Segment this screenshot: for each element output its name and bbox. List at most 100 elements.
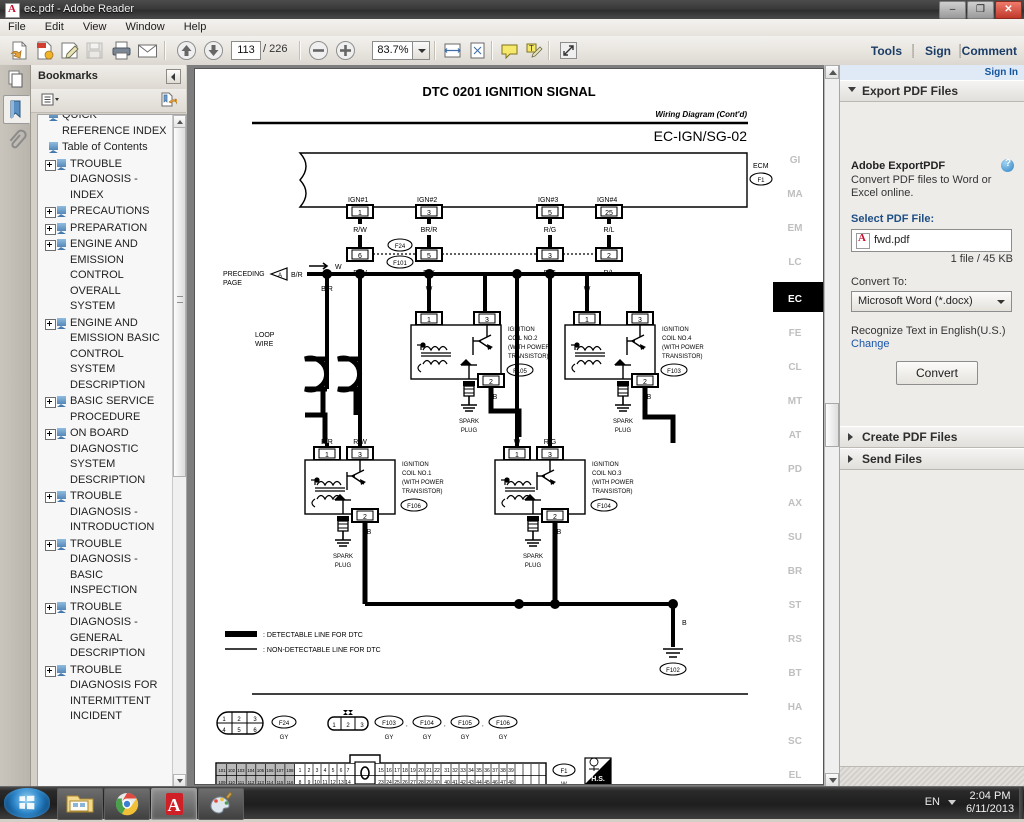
collapse-panel-icon[interactable] <box>166 69 181 84</box>
list-item[interactable]: PRECAUTIONS <box>38 204 169 220</box>
start-orb-icon[interactable] <box>4 788 50 818</box>
bookmarks-scrollbar[interactable] <box>172 115 186 787</box>
scroll-up-icon[interactable] <box>825 65 839 79</box>
svg-text:W: W <box>561 782 567 784</box>
minimize-button[interactable]: – <box>939 1 966 19</box>
expand-icon[interactable] <box>45 159 56 171</box>
section-send-files[interactable]: Send Files <box>840 448 1024 470</box>
ecm-pin-ign1: IGN#1 1 R/W <box>346 197 374 250</box>
comment-button[interactable]: Comment <box>962 44 1017 58</box>
full-screen-icon[interactable] <box>557 39 580 62</box>
expand-icon[interactable] <box>45 602 56 614</box>
selected-file-box[interactable]: fwd.pdf <box>851 229 1012 252</box>
convert-format-select[interactable]: Microsoft Word (*.docx) <box>851 291 1012 312</box>
svg-text:T: T <box>529 44 534 53</box>
list-item[interactable]: TROUBLE DIAGNOSIS FOR INTERMITTENT INCID… <box>38 663 169 725</box>
expand-icon[interactable] <box>45 429 56 440</box>
expand-bookmarks-icon[interactable] <box>159 91 180 112</box>
svg-text:3: 3 <box>485 317 489 324</box>
adobe-reader-icon[interactable]: A <box>151 788 197 820</box>
section-tab-ax: AX <box>788 498 802 509</box>
page-number-input[interactable]: 113 <box>231 41 261 60</box>
svg-text:F104: F104 <box>420 721 434 727</box>
tools-button[interactable]: Tools <box>871 44 902 58</box>
scrollbar-thumb[interactable] <box>825 403 839 447</box>
list-item[interactable]: TROUBLE DIAGNOSIS - INDEX <box>38 157 169 204</box>
list-item[interactable]: TROUBLE DIAGNOSIS - GENERAL DESCRIPTION <box>38 600 169 662</box>
bookmarks-icon[interactable] <box>3 95 30 124</box>
open-pdf-icon[interactable] <box>8 39 31 62</box>
svg-text:F106: F106 <box>496 721 510 727</box>
list-item[interactable]: ON BOARD DIAGNOSTIC SYSTEM DESCRIPTION <box>38 426 169 488</box>
expand-icon[interactable] <box>45 223 56 235</box>
edit-pdf-icon[interactable] <box>58 39 81 62</box>
svg-text:PLUG: PLUG <box>335 563 352 569</box>
document-scrollbar[interactable] <box>824 65 839 787</box>
bookmark-options-icon[interactable] <box>41 92 61 111</box>
svg-text:IGN#4: IGN#4 <box>597 197 617 204</box>
expand-icon[interactable] <box>45 397 56 408</box>
expand-icon[interactable] <box>45 539 56 551</box>
change-language-link[interactable]: Change <box>851 338 890 350</box>
scrollbar-thumb[interactable] <box>173 127 186 477</box>
legend-detectable: : DETECTABLE LINE FOR DTC <box>263 632 363 639</box>
menu-window[interactable]: Window <box>118 19 173 36</box>
scroll-down-icon[interactable] <box>825 773 839 787</box>
previous-page-icon[interactable] <box>175 39 198 62</box>
zoom-level-input[interactable]: 83.7% <box>372 41 413 60</box>
sticky-note-icon[interactable] <box>498 39 521 62</box>
export-pdf-body: Adobe ExportPDF Convert PDF files to Wor… <box>840 158 1024 425</box>
list-item[interactable]: ENGINE AND EMISSION CONTROL OVERALL SYST… <box>38 237 169 315</box>
show-desktop-button[interactable] <box>1019 787 1023 819</box>
sign-button[interactable]: Sign <box>925 44 951 58</box>
list-item[interactable]: TROUBLE DIAGNOSIS - BASIC INSPECTION <box>38 537 169 599</box>
list-item[interactable]: BASIC SERVICE PROCEDURE <box>38 394 169 425</box>
fit-page-icon[interactable] <box>466 39 489 62</box>
expand-icon[interactable] <box>45 492 56 503</box>
print-icon[interactable] <box>110 39 133 62</box>
save-icon <box>83 39 106 62</box>
list-item[interactable]: PREPARATION <box>38 221 169 237</box>
svg-text:IGN#1: IGN#1 <box>348 197 368 204</box>
language-indicator[interactable]: EN <box>925 796 940 808</box>
email-icon[interactable] <box>136 39 159 62</box>
section-create-pdf-files[interactable]: Create PDF Files <box>840 426 1024 448</box>
expand-icon[interactable] <box>45 240 56 251</box>
menu-file[interactable]: File <box>0 19 34 36</box>
page-thumbnails-icon[interactable] <box>3 65 30 94</box>
expand-icon[interactable] <box>45 207 56 218</box>
show-hidden-icons-icon[interactable] <box>948 800 956 805</box>
ecm-connector-id: F1 <box>757 178 765 184</box>
list-item[interactable]: QUICK REFERENCE INDEX <box>38 115 169 139</box>
attachments-icon[interactable] <box>3 127 30 156</box>
bookmarks-list[interactable]: QUICK REFERENCE INDEX Table of Contents … <box>37 114 187 788</box>
sign-in-link[interactable]: Sign In <box>985 67 1018 78</box>
list-item[interactable]: Table of Contents <box>38 140 169 156</box>
file-explorer-icon[interactable] <box>57 788 103 820</box>
section-tab-bt: BT <box>788 668 801 679</box>
zoom-in-icon[interactable] <box>334 39 357 62</box>
create-pdf-icon[interactable] <box>33 39 56 62</box>
list-item[interactable]: TROUBLE DIAGNOSIS - INTRODUCTION <box>38 489 169 536</box>
menu-view[interactable]: View <box>75 19 115 36</box>
expand-icon[interactable] <box>45 665 56 677</box>
restore-button[interactable]: ❐ <box>967 1 994 19</box>
section-export-pdf-files[interactable]: Export PDF Files <box>840 80 1024 102</box>
pdf-page[interactable]: .tt{font-family:"Liberation Sans",sans-s… <box>194 68 824 785</box>
google-chrome-icon[interactable] <box>104 788 150 820</box>
convert-button[interactable]: Convert <box>896 361 978 385</box>
system-clock[interactable]: 2:04 PM 6/11/2013 <box>962 790 1018 816</box>
help-icon[interactable] <box>1001 158 1014 172</box>
zoom-dropdown-icon[interactable] <box>412 41 430 60</box>
fit-width-icon[interactable] <box>441 39 464 62</box>
menu-edit[interactable]: Edit <box>37 19 72 36</box>
close-button[interactable]: ✕ <box>995 1 1022 19</box>
menu-help[interactable]: Help <box>176 19 215 36</box>
next-page-icon[interactable] <box>202 39 225 62</box>
resize-grip[interactable] <box>840 766 1024 787</box>
paint-icon[interactable] <box>198 788 244 820</box>
expand-icon[interactable] <box>45 318 56 330</box>
zoom-out-icon[interactable] <box>307 39 330 62</box>
list-item[interactable]: ENGINE AND EMISSION BASIC CONTROL SYSTEM… <box>38 316 169 394</box>
highlight-text-icon[interactable]: T <box>523 39 546 62</box>
